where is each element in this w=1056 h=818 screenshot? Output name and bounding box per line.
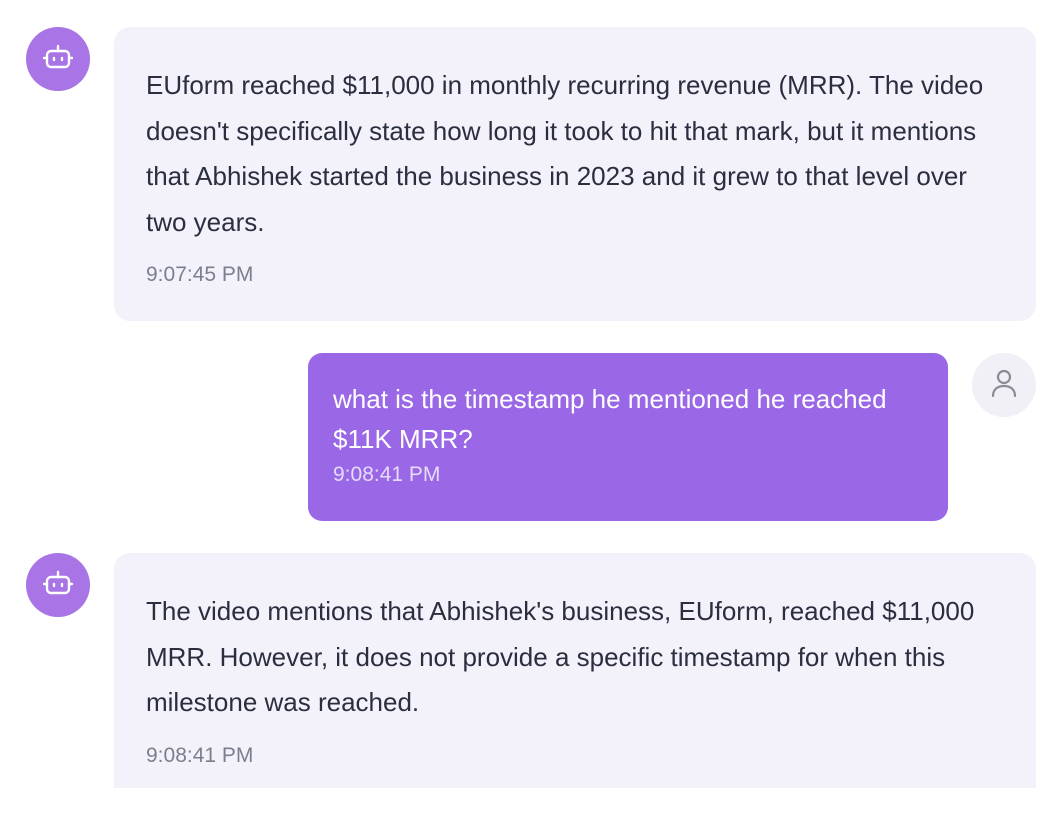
message-timestamp: 9:08:41 PM [146, 743, 254, 767]
bot-avatar [26, 553, 90, 617]
user-icon [990, 368, 1018, 403]
robot-icon [42, 569, 74, 602]
message-timestamp: 9:07:45 PM [146, 263, 254, 286]
message-timestamp: 9:08:41 PM [333, 463, 441, 486]
message-text: EUform reached $11,000 in monthly recurr… [146, 70, 984, 237]
bot-avatar [26, 27, 90, 91]
bot-message-bubble: EUform reached $11,000 in monthly recurr… [114, 27, 1036, 321]
user-message-bubble: what is the timestamp he mentioned he re… [308, 353, 948, 521]
bot-message-bubble: The video mentions that Abhishek's busin… [114, 553, 1036, 788]
chat-thread: EUform reached $11,000 in monthly recurr… [0, 0, 1056, 818]
user-avatar [972, 353, 1036, 417]
message-text: what is the timestamp he mentioned he re… [333, 384, 887, 454]
robot-icon [42, 43, 74, 76]
message-text: The video mentions that Abhishek's busin… [146, 596, 975, 717]
